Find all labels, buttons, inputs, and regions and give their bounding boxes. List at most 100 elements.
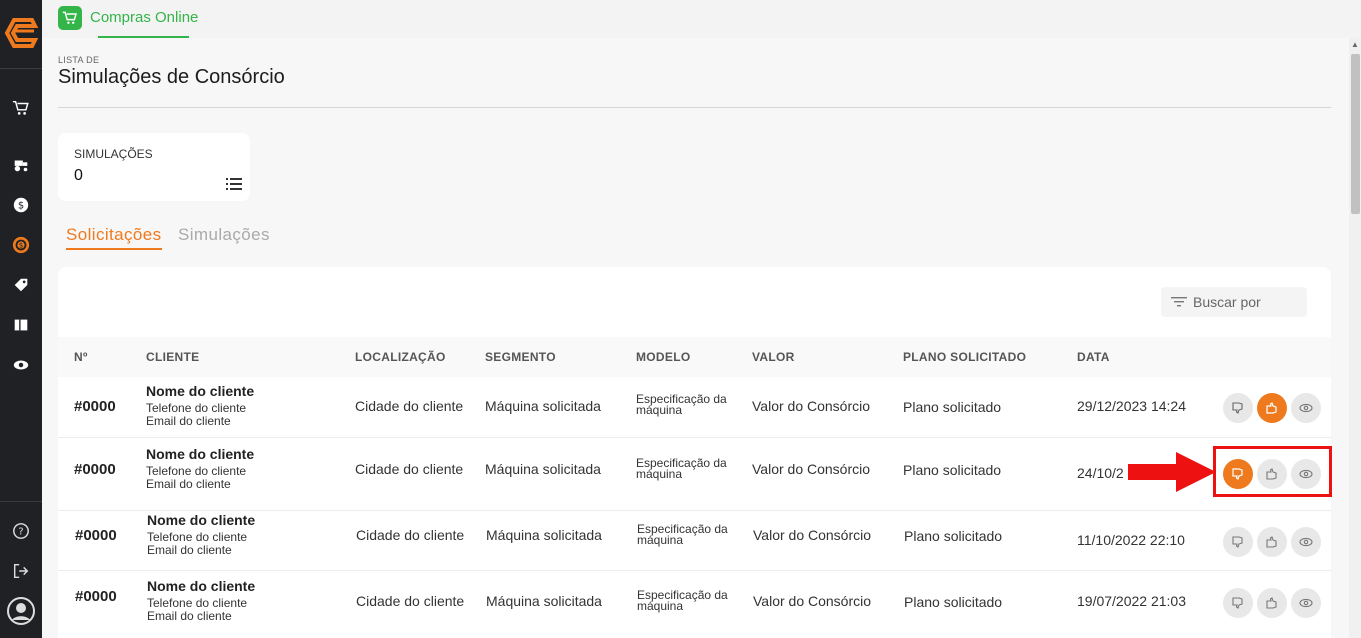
- request-number: #0000: [74, 398, 116, 415]
- help-icon[interactable]: ?: [10, 520, 32, 542]
- client-email: Email do cliente: [146, 414, 231, 428]
- title-divider: [58, 107, 1331, 108]
- value: Valor do Consórcio: [753, 527, 872, 543]
- view-button[interactable]: [1291, 393, 1321, 423]
- shopping-cart-app-icon[interactable]: [58, 6, 82, 30]
- scroll-up-arrow-icon[interactable]: ▲: [1351, 40, 1359, 49]
- table-row: #0000 Nome do cliente Telefone do client…: [58, 571, 1331, 638]
- svg-text:$: $: [18, 201, 24, 212]
- date: 19/07/2022 21:03: [1077, 593, 1186, 609]
- filter-icon: [1171, 297, 1187, 307]
- user-avatar-icon[interactable]: [6, 596, 36, 626]
- sidebar-divider: [0, 501, 42, 502]
- column-header-model: MODELO: [636, 350, 691, 364]
- segment: Máquina solicitada: [485, 461, 601, 477]
- svg-text:?: ?: [18, 527, 23, 538]
- tab-solicitacoes[interactable]: Solicitações: [66, 225, 162, 245]
- client-location: Cidade do cliente: [355, 461, 464, 477]
- client-name: Nome do cliente: [146, 446, 255, 462]
- search-box[interactable]: [1161, 287, 1307, 317]
- column-header-number: Nº: [74, 350, 88, 364]
- column-header-client: CLIENTE: [146, 350, 200, 364]
- annotation-arrow: [1128, 452, 1216, 492]
- column-header-plan: PLANO SOLICITADO: [903, 350, 1027, 364]
- annotation-highlight-box: [1213, 446, 1332, 497]
- client-phone: Telefone do cliente: [146, 401, 247, 415]
- view-button[interactable]: [1291, 527, 1321, 557]
- column-header-value: VALOR: [752, 350, 795, 364]
- client-location: Cidade do cliente: [355, 398, 464, 414]
- consortium-icon[interactable]: $: [10, 234, 32, 256]
- value: Valor do Consórcio: [752, 461, 871, 477]
- segment: Máquina solicitada: [486, 527, 602, 543]
- table-header: Nº CLIENTE LOCALIZAÇÃO SEGMENTO MODELO V…: [58, 337, 1331, 377]
- thumbs-up-icon: [1266, 402, 1277, 414]
- approve-button[interactable]: [1257, 393, 1287, 423]
- thumbs-down-icon: [1232, 597, 1243, 609]
- date: 11/10/2022 22:10: [1077, 532, 1185, 548]
- model: Especificação da máquina: [637, 522, 728, 547]
- column-header-segment: SEGMENTO: [485, 350, 556, 364]
- approve-button[interactable]: [1257, 527, 1287, 557]
- reject-button[interactable]: [1223, 527, 1253, 557]
- plan: Plano solicitado: [903, 462, 1002, 478]
- model: Especificação da máquina: [637, 588, 728, 613]
- client-phone: Telefone do cliente: [147, 530, 248, 544]
- eye-icon: [1299, 598, 1313, 608]
- company-logo-icon: [4, 18, 38, 48]
- sidebar: $ $ ?: [0, 0, 42, 638]
- tractor-icon[interactable]: [10, 154, 32, 176]
- client-name: Nome do cliente: [146, 383, 255, 399]
- date: 24/10/2: [1077, 465, 1124, 481]
- column-header-location: LOCALIZAÇÃO: [355, 350, 446, 364]
- value: Valor do Consórcio: [752, 398, 871, 414]
- top-bar: [42, 0, 1361, 38]
- thumbs-down-icon: [1232, 402, 1243, 414]
- dollar-icon[interactable]: $: [10, 194, 32, 216]
- search-input[interactable]: [1193, 292, 1301, 312]
- sidebar-divider: [0, 68, 42, 69]
- reject-button[interactable]: [1223, 588, 1253, 618]
- client-phone: Telefone do cliente: [146, 464, 247, 478]
- list-icon: [226, 178, 242, 190]
- stat-value: 0: [74, 167, 83, 184]
- date: 29/12/2023 14:24: [1077, 398, 1186, 414]
- simulations-stat-card: SIMULAÇÕES 0: [58, 133, 250, 201]
- thumbs-up-icon: [1266, 536, 1277, 548]
- tab-simulacoes[interactable]: Simulações: [178, 225, 270, 245]
- model: Especificação da máquina: [636, 456, 727, 481]
- request-number: #0000: [75, 527, 117, 544]
- reject-button[interactable]: [1223, 393, 1253, 423]
- segment: Máquina solicitada: [485, 398, 601, 414]
- tag-icon[interactable]: [10, 274, 32, 296]
- active-tab-underline: [66, 248, 162, 250]
- column-header-date: DATA: [1077, 350, 1110, 364]
- thumbs-down-icon: [1232, 536, 1243, 548]
- stat-label: SIMULAÇÕES: [74, 147, 153, 161]
- cart-icon[interactable]: [10, 97, 32, 119]
- plan: Plano solicitado: [904, 594, 1003, 610]
- view-button[interactable]: [1291, 588, 1321, 618]
- table-row: #0000 Nome do cliente Telefone do client…: [58, 511, 1331, 571]
- client-name: Nome do cliente: [147, 512, 256, 528]
- scrollbar-thumb[interactable]: [1351, 54, 1360, 214]
- value: Valor do Consórcio: [753, 593, 872, 609]
- client-phone: Telefone do cliente: [147, 596, 248, 610]
- approve-button[interactable]: [1257, 588, 1287, 618]
- model: Especificação da máquina: [636, 392, 727, 417]
- logout-icon[interactable]: [10, 560, 32, 582]
- client-name: Nome do cliente: [147, 578, 256, 594]
- client-location: Cidade do cliente: [356, 527, 465, 543]
- client-email: Email do cliente: [146, 477, 231, 491]
- eye-icon[interactable]: [10, 354, 32, 376]
- thumbs-up-icon: [1266, 597, 1277, 609]
- request-number: #0000: [75, 588, 117, 605]
- ticket-icon[interactable]: [10, 314, 32, 336]
- svg-text:$: $: [19, 241, 24, 250]
- segment: Máquina solicitada: [486, 593, 602, 609]
- client-email: Email do cliente: [147, 609, 232, 623]
- app-title[interactable]: Compras Online: [90, 9, 198, 26]
- client-email: Email do cliente: [147, 543, 232, 557]
- eye-icon: [1299, 403, 1313, 413]
- plan: Plano solicitado: [904, 528, 1003, 544]
